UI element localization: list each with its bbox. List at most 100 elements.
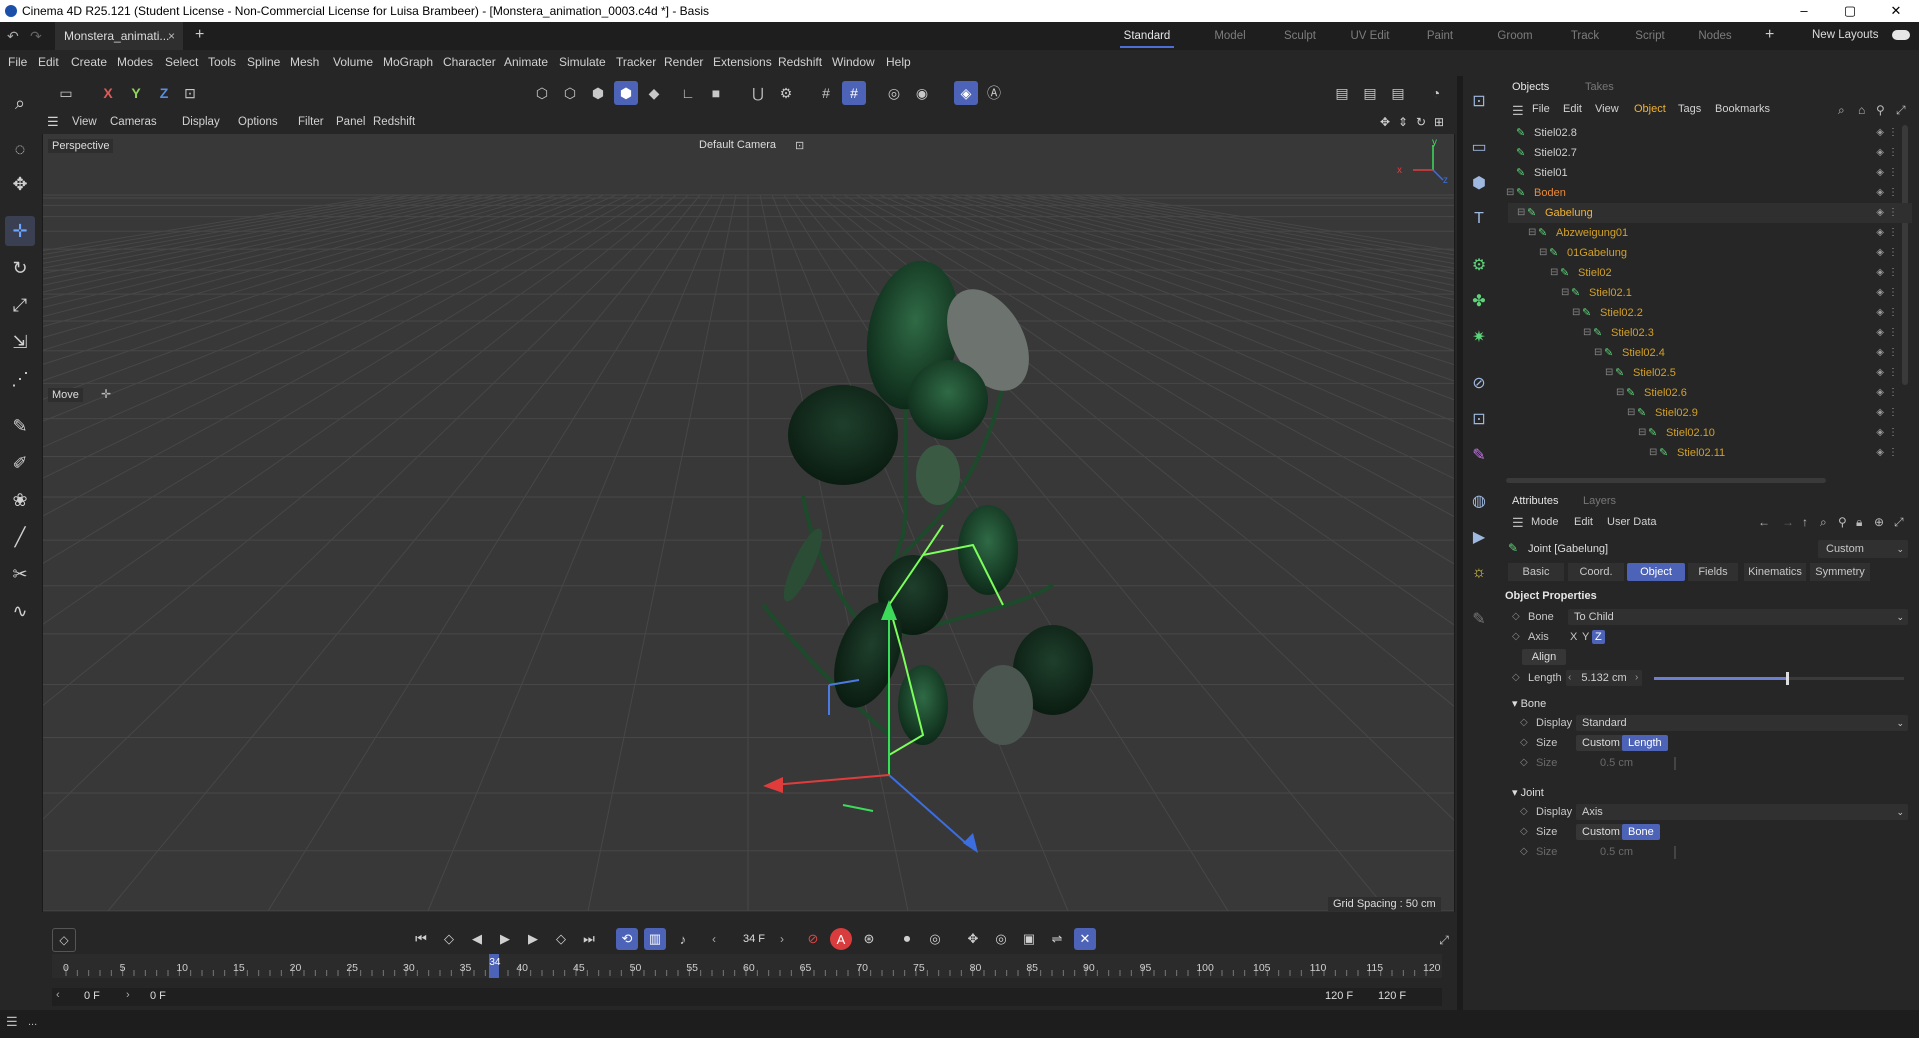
bone-display-select[interactable]: Standard ⌄ — [1576, 715, 1908, 731]
spline-icon[interactable]: ▭ — [1466, 134, 1492, 160]
redo-icon[interactable]: ↷ — [30, 28, 42, 45]
layer-icon[interactable]: ◈ — [1876, 143, 1884, 163]
objects-hamburger-icon[interactable]: ☰ — [1512, 103, 1524, 119]
camera-link-icon[interactable]: ⊡ — [795, 139, 804, 152]
grid-snap-icon[interactable]: # — [842, 81, 866, 105]
tree-expander-icon[interactable]: ⊟ — [1539, 243, 1547, 263]
attribute-mode-select[interactable]: Custom ⌄ — [1818, 540, 1908, 558]
render-settings-icon[interactable]: ▤ — [1386, 81, 1410, 105]
redshift-ipr-icon[interactable]: ◔ — [1424, 81, 1448, 105]
text-icon[interactable]: T — [1466, 206, 1492, 232]
uv-mode-icon[interactable]: ◆ — [642, 81, 666, 105]
object-row[interactable]: ⊟ ✎ Stiel02.10 ◈ ⋮ — [1508, 423, 1912, 443]
object-row[interactable]: ⊟ ✎ Stiel02.11 ◈ ⋮ — [1508, 443, 1912, 463]
field-icon[interactable]: ⊡ — [1466, 406, 1492, 432]
spline-sketch-icon[interactable]: ✐ — [5, 448, 35, 478]
attr-expand-icon[interactable]: ⤢ — [1894, 515, 1904, 530]
menu-file[interactable]: File — [8, 55, 27, 69]
object-row[interactable]: ⊟ ✎ Boden ◈ ⋮ — [1506, 183, 1912, 203]
tree-expander-icon[interactable]: ⊟ — [1583, 323, 1591, 343]
layer-icon[interactable]: ◈ — [1876, 163, 1884, 183]
keyframe-diamond-icon[interactable]: ◇ — [1512, 668, 1520, 688]
axis-z-button[interactable]: Z — [152, 81, 176, 105]
length-decrement[interactable]: ‹ — [1568, 668, 1571, 688]
viewport-menu-redshift[interactable]: Redshift — [373, 116, 415, 128]
visibility-dots-icon[interactable]: ⋮ — [1888, 223, 1898, 243]
camera-icon[interactable]: ▶ — [1466, 524, 1492, 550]
bone-section-header[interactable]: ▾ Bone — [1512, 697, 1546, 710]
object-row[interactable]: ✎ Stiel02.7 ◈ ⋮ — [1508, 143, 1912, 163]
start-frame-field[interactable]: 0 F — [84, 990, 100, 1002]
timeline-expand-icon[interactable]: ⤢ — [1432, 928, 1456, 952]
tree-expander-icon[interactable]: ⊟ — [1572, 303, 1580, 323]
character-icon[interactable]: ✎ — [1466, 442, 1492, 468]
axis-mode-icon[interactable]: ∟ — [676, 81, 700, 105]
menu-simulate[interactable]: Simulate — [559, 55, 606, 69]
menu-tracker[interactable]: Tracker — [616, 55, 656, 69]
close-tab-icon[interactable]: × — [168, 22, 175, 50]
visibility-dots-icon[interactable]: ⋮ — [1888, 343, 1898, 363]
menu-select[interactable]: Select — [165, 55, 198, 69]
visibility-dots-icon[interactable]: ⋮ — [1888, 163, 1898, 183]
effector-icon[interactable]: ✷ — [1466, 324, 1492, 350]
timeline-playhead[interactable]: 34 — [489, 954, 500, 978]
layer-icon[interactable]: ◈ — [1876, 423, 1884, 443]
visibility-dots-icon[interactable]: ⋮ — [1888, 203, 1898, 223]
workplane-icon[interactable]: # — [814, 81, 838, 105]
visibility-dots-icon[interactable]: ⋮ — [1888, 263, 1898, 283]
layer-icon[interactable]: ◈ — [1876, 183, 1884, 203]
start-arrow-right[interactable]: › — [126, 989, 130, 1001]
viewport-menu-display[interactable]: Display — [182, 116, 220, 128]
attr-tab-fields[interactable]: Fields — [1688, 563, 1738, 581]
attr-new-icon[interactable]: ⊕ — [1874, 515, 1884, 529]
back-arrow-icon[interactable]: ← — [1758, 515, 1770, 529]
tree-expander-icon[interactable]: ⊟ — [1616, 383, 1624, 403]
menu-spline[interactable]: Spline — [247, 55, 280, 69]
projection-label[interactable]: Perspective — [48, 139, 114, 153]
layer-icon[interactable]: ◈ — [1876, 403, 1884, 423]
tweak-tool-icon[interactable]: ✥ — [5, 169, 35, 199]
tab-takes[interactable]: Takes — [1585, 81, 1614, 93]
document-tab[interactable]: Monstera_animati... × — [55, 22, 183, 50]
object-row[interactable]: ⊟ ✎ Gabelung ◈ ⋮ — [1508, 203, 1912, 223]
keyframe-diamond-icon[interactable]: ◇ — [1512, 627, 1520, 647]
model-mode-icon[interactable]: ⬢ — [614, 81, 638, 105]
knife-tool-icon[interactable]: ✂ — [5, 559, 35, 589]
environment-icon[interactable]: ◍ — [1466, 488, 1492, 514]
motion-path-icon[interactable]: ⇌ — [1046, 928, 1068, 950]
tree-expander-icon[interactable]: ⊟ — [1594, 343, 1602, 363]
live-selection-icon[interactable]: ◌ — [5, 134, 35, 164]
bone-size-custom-button[interactable]: Custom — [1576, 735, 1626, 751]
end-frame-field[interactable]: 120 F — [1378, 990, 1406, 1002]
attr-tab-coord[interactable]: Coord. — [1568, 563, 1624, 581]
object-row[interactable]: ⊟ ✎ Stiel02.1 ◈ ⋮ — [1508, 283, 1912, 303]
move-tool-icon[interactable]: ✛ — [5, 216, 35, 246]
tree-expander-icon[interactable]: ⊟ — [1638, 423, 1646, 443]
sound-icon[interactable]: ♪ — [672, 928, 694, 950]
sketch-tool-icon[interactable]: ∿ — [5, 596, 35, 626]
keyframe-selection-icon[interactable]: ⊛ — [858, 928, 880, 950]
viewport-zoom-icon[interactable]: ⇕ — [1398, 115, 1408, 129]
render-view-icon[interactable]: ◉ — [910, 81, 934, 105]
menu-redshift[interactable]: Redshift — [778, 55, 822, 69]
layer-icon[interactable]: ◈ — [1876, 243, 1884, 263]
visibility-dots-icon[interactable]: ⋮ — [1888, 423, 1898, 443]
render-region-icon[interactable]: ◎ — [882, 81, 906, 105]
forward-arrow-icon[interactable]: → — [1782, 515, 1794, 529]
menu-animate[interactable]: Animate — [504, 55, 548, 69]
search-icon[interactable]: ⌕ — [5, 88, 35, 118]
layout-tab-track[interactable]: Track — [1560, 22, 1610, 50]
layer-icon[interactable]: ◈ — [1876, 343, 1884, 363]
joint-size-custom-button[interactable]: Custom — [1576, 824, 1626, 840]
scale-tool-icon[interactable]: ⤢ — [5, 290, 35, 320]
layout-tab-groom[interactable]: Groom — [1490, 22, 1540, 50]
primitive-cube-icon[interactable]: ⬢ — [1466, 170, 1492, 196]
tab-layers[interactable]: Layers — [1583, 495, 1616, 507]
undo-history-icon[interactable]: ▭ — [54, 81, 78, 105]
tree-expander-icon[interactable]: ⊟ — [1627, 403, 1635, 423]
key-scale-icon[interactable]: ✥ — [962, 928, 984, 950]
playback-rate-icon[interactable]: ▥ — [644, 928, 666, 950]
attr-tab-basic[interactable]: Basic — [1508, 563, 1564, 581]
keyframe-diamond-icon[interactable]: ◇ — [52, 928, 76, 952]
joint-size-bone-button[interactable]: Bone — [1622, 824, 1660, 840]
